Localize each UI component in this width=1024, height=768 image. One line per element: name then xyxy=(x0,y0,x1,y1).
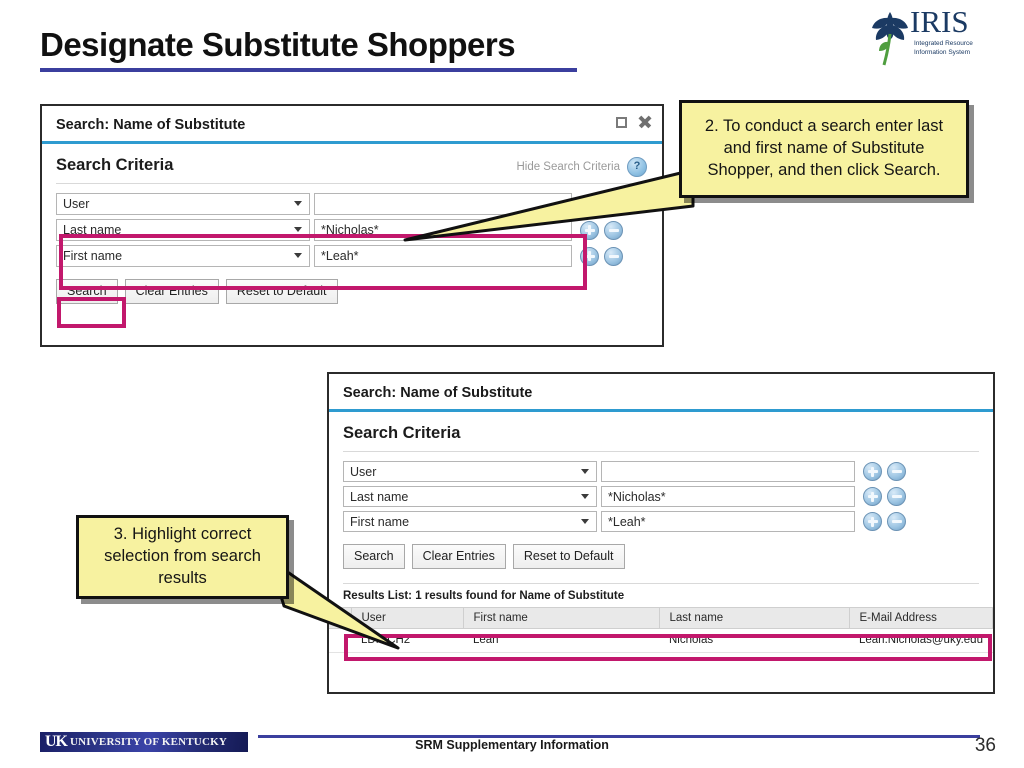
iris-logo: IRIS Integrated Resource Information Sys… xyxy=(868,4,990,66)
row-controls-0 xyxy=(863,462,906,481)
chevron-down-icon xyxy=(581,518,589,524)
chevron-down-icon xyxy=(294,253,302,258)
clear-entries-button[interactable]: Clear Entries xyxy=(124,279,219,304)
iris-flower-icon xyxy=(872,12,908,66)
remove-row-icon[interactable] xyxy=(887,462,906,481)
criteria-field-label-2: First name xyxy=(63,249,123,263)
cell-last-name: Nicholas xyxy=(659,628,849,653)
results-list-label: Results List: 1 results found for Name o… xyxy=(343,590,625,602)
callout-step-3: 3. Highlight correct selection from sear… xyxy=(76,515,289,599)
criteria-field-label-1: Last name xyxy=(350,489,409,504)
criteria-button-bar: Search Clear Entries Reset to Default xyxy=(329,536,993,579)
title-underline-rule xyxy=(40,68,577,72)
search-dialog-bottom: Search: Name of Substitute Search Criter… xyxy=(327,372,995,694)
footer-text: SRM Supplementary Information xyxy=(415,738,609,752)
remove-row-icon[interactable] xyxy=(887,512,906,531)
iris-subtitle-line1: Integrated Resource xyxy=(914,40,973,47)
page-number: 36 xyxy=(974,735,996,756)
chevron-down-icon xyxy=(294,227,302,232)
reset-to-default-button[interactable]: Reset to Default xyxy=(512,544,625,569)
criteria-field-select-1[interactable]: Last name xyxy=(343,486,597,507)
row-controls-2 xyxy=(863,512,906,531)
chevron-down-icon xyxy=(581,468,589,474)
callout-3-pointer xyxy=(268,558,400,650)
table-header-last-name[interactable]: Last name xyxy=(659,607,850,629)
criteria-field-label-2: First name xyxy=(350,514,410,529)
reset-to-default-button[interactable]: Reset to Default xyxy=(225,279,338,304)
dialog-title: Search: Name of Substitute xyxy=(343,385,533,401)
criteria-field-select-0[interactable]: User xyxy=(56,193,310,215)
criteria-row: User xyxy=(343,461,993,482)
criteria-rows: User Last name *Nicholas* First name *Le… xyxy=(329,452,993,532)
criteria-value-input-1[interactable]: *Nicholas* xyxy=(601,486,855,507)
criteria-field-select-1[interactable]: Last name xyxy=(56,219,310,241)
criteria-field-select-2[interactable]: First name xyxy=(56,245,310,267)
table-header-email[interactable]: E-Mail Address xyxy=(849,607,993,629)
criteria-value-input-0[interactable] xyxy=(601,461,855,482)
criteria-row: First name *Leah* xyxy=(343,511,993,532)
add-row-icon[interactable] xyxy=(863,487,882,506)
dialog-titlebar: Search: Name of Substitute xyxy=(329,374,993,412)
cell-email: Leah.Nicholas@uky.edu xyxy=(849,628,993,653)
criteria-field-label-1: Last name xyxy=(63,223,122,237)
chevron-down-icon xyxy=(581,493,589,499)
search-button[interactable]: Search xyxy=(56,279,118,304)
criteria-row: Last name *Nicholas* xyxy=(343,486,993,507)
window-controls xyxy=(616,115,652,129)
criteria-field-label-0: User xyxy=(63,197,90,211)
criteria-value-input-2[interactable]: *Leah* xyxy=(601,511,855,532)
iris-subtitle-line2: Information System xyxy=(914,49,970,57)
chevron-down-icon xyxy=(294,201,302,206)
close-icon[interactable] xyxy=(638,115,652,129)
table-header-first-name[interactable]: First name xyxy=(463,607,660,629)
callout-step-2: 2. To conduct a search enter last and fi… xyxy=(679,100,969,198)
dialog-titlebar: Search: Name of Substitute xyxy=(42,106,662,144)
criteria-button-bar: Search Clear Entries Reset to Default xyxy=(42,271,662,314)
add-row-icon[interactable] xyxy=(863,462,882,481)
results-table: User First name Last name E-Mail Address… xyxy=(329,607,993,653)
search-criteria-title: Search Criteria xyxy=(56,156,174,174)
criteria-field-select-2[interactable]: First name xyxy=(343,511,597,532)
remove-row-icon[interactable] xyxy=(887,487,906,506)
criteria-field-select-0[interactable]: User xyxy=(343,461,597,482)
iris-wordmark: IRIS xyxy=(910,4,969,39)
search-criteria-title: Search Criteria xyxy=(343,424,461,442)
add-row-icon[interactable] xyxy=(863,512,882,531)
table-header-row: User First name Last name E-Mail Address xyxy=(329,607,993,629)
criteria-field-label-0: User xyxy=(350,464,377,479)
search-criteria-header: Search Criteria xyxy=(329,412,993,451)
clear-entries-button[interactable]: Clear Entries xyxy=(411,544,506,569)
page-title: Designate Substitute Shoppers xyxy=(40,26,516,63)
cell-first-name: Leah xyxy=(463,628,659,653)
table-row[interactable]: LDNICH2 Leah Nicholas Leah.Nicholas@uky.… xyxy=(329,628,993,653)
callout-2-pointer xyxy=(403,168,695,242)
row-controls-1 xyxy=(863,487,906,506)
dialog-title: Search: Name of Substitute xyxy=(56,117,246,133)
maximize-icon[interactable] xyxy=(616,116,627,128)
iris-subtitle: Integrated Resource Information System xyxy=(914,39,973,58)
